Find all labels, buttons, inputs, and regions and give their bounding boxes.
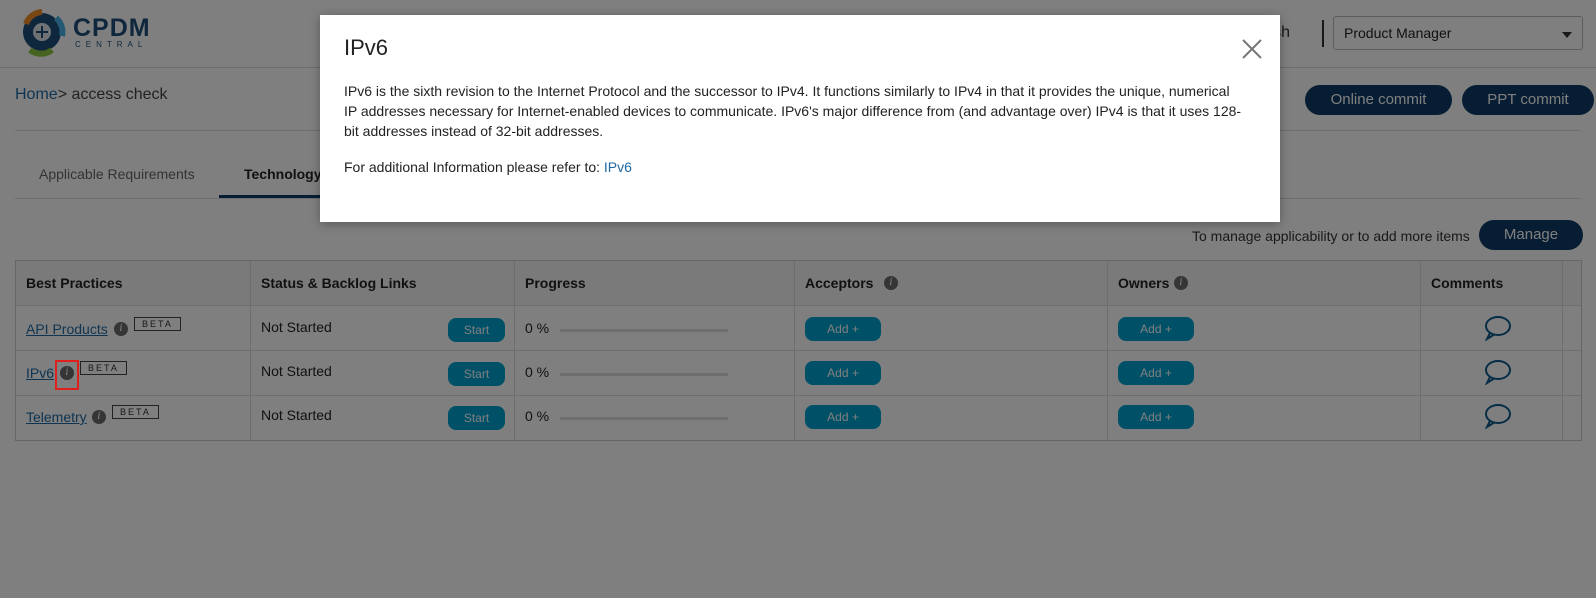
- modal-body: IPv6 is the sixth revision to the Intern…: [344, 83, 1242, 139]
- modal-title: IPv6: [344, 35, 389, 60]
- modal-reference-link[interactable]: IPv6: [604, 159, 632, 175]
- info-modal: IPv6 IPv6 is the sixth revision to the I…: [320, 15, 1280, 222]
- modal-reference: For additional Information please refer …: [344, 159, 632, 175]
- close-icon[interactable]: [1240, 37, 1264, 61]
- highlight-box: [55, 360, 79, 390]
- modal-reference-prefix: For additional Information please refer …: [344, 159, 604, 175]
